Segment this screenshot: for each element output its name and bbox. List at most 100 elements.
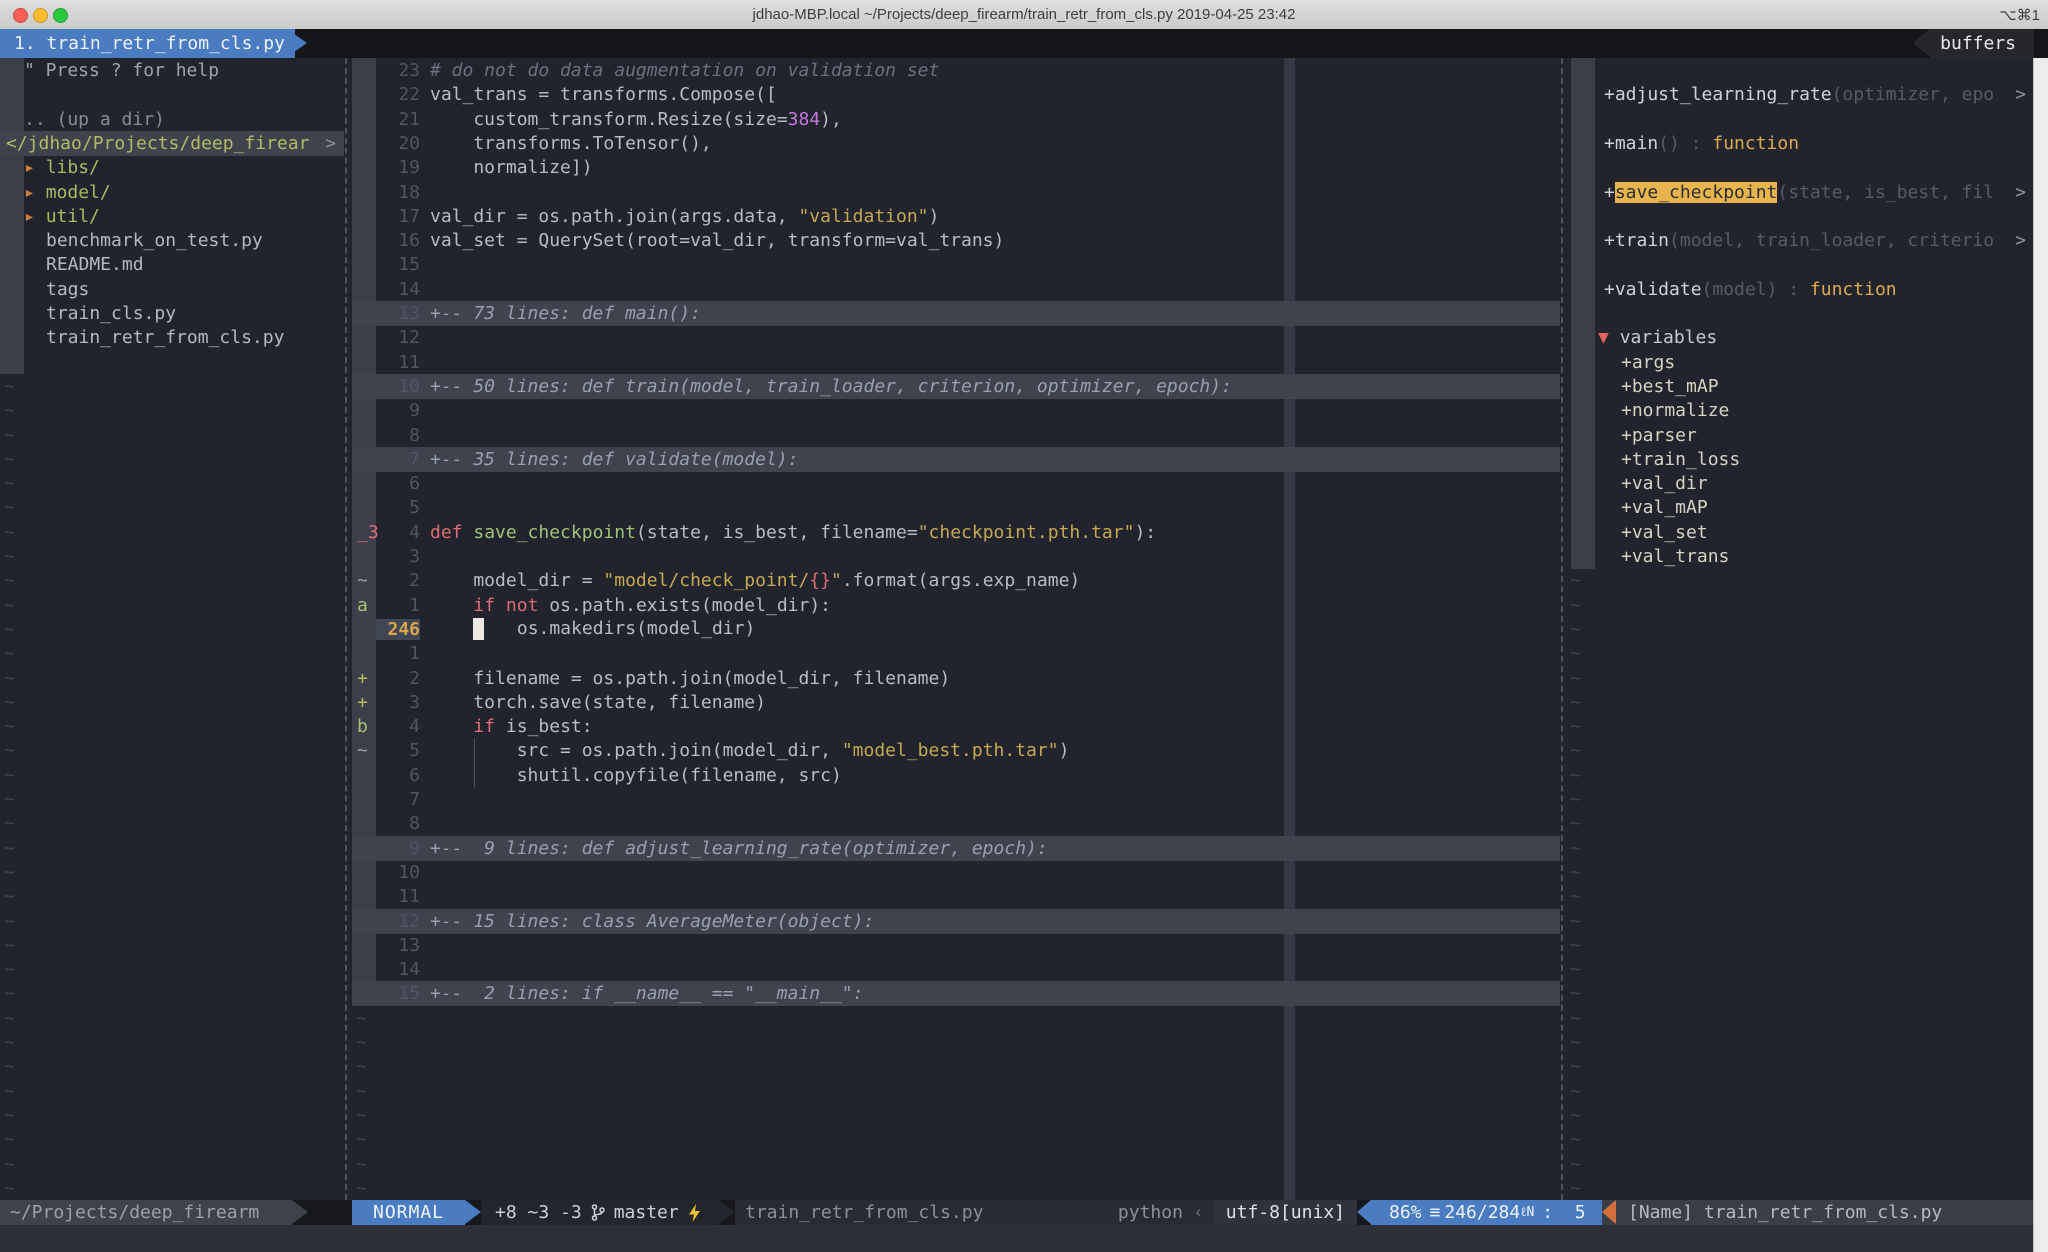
folded-code-line[interactable]: 13+-- 73 lines: def main(): bbox=[352, 301, 1560, 326]
empty-line-tilde: ~ bbox=[0, 813, 15, 834]
folded-code-line[interactable]: 15+-- 2 lines: if __name__ == "__main__"… bbox=[352, 981, 1560, 1006]
empty-line-tilde: ~ bbox=[0, 1154, 15, 1175]
tag-item[interactable]: +parser bbox=[1560, 423, 2034, 448]
code-line[interactable]: 7 bbox=[352, 787, 1560, 812]
gutter-sign: ~ bbox=[357, 740, 368, 761]
line-number: 18 bbox=[376, 182, 420, 203]
folded-code-line[interactable]: 9+-- 9 lines: def adjust_learning_rate(o… bbox=[352, 836, 1560, 861]
code-line[interactable]: 5 bbox=[352, 495, 1560, 520]
empty-line-tilde: ~ bbox=[0, 595, 15, 616]
code-line[interactable]: 16val_set = QuerySet(root=val_dir, trans… bbox=[352, 228, 1560, 253]
tree-item[interactable]: ▸ util/ bbox=[0, 204, 344, 229]
code-line[interactable]: a1 if not os.path.exists(model_dir): bbox=[352, 593, 1560, 618]
window-title: jdhao-MBP.local ~/Projects/deep_firearm/… bbox=[0, 6, 2048, 23]
line-number: 19 bbox=[376, 157, 420, 178]
empty-line-tilde: ~ bbox=[1560, 1129, 1581, 1150]
powerline-arrow-left-orange-icon bbox=[1602, 1200, 1616, 1224]
nerdtree-panel: " Press ? for help .. (up a dir)</jdhao/P… bbox=[0, 58, 344, 1200]
window-separator-right[interactable] bbox=[1561, 58, 1563, 1200]
empty-line-tilde: ~ bbox=[1560, 1081, 1581, 1102]
code-line[interactable]: 6 bbox=[352, 471, 1560, 496]
code-line[interactable]: 21 custom_transform.Resize(size=384), bbox=[352, 107, 1560, 132]
empty-line-tilde: ~ bbox=[352, 1056, 367, 1077]
empty-line-tilde: ~ bbox=[1560, 643, 1581, 664]
folded-code-line[interactable]: 7+-- 35 lines: def validate(model): bbox=[352, 447, 1560, 472]
tag-item[interactable]: ▼ variables bbox=[1560, 325, 2034, 350]
code-line[interactable]: b4 if is_best: bbox=[352, 714, 1560, 739]
empty-line-tilde: ~ bbox=[0, 668, 15, 689]
tag-item[interactable]: +args bbox=[1560, 350, 2034, 375]
code-line[interactable]: 8 bbox=[352, 423, 1560, 448]
code-line[interactable]: 18 bbox=[352, 180, 1560, 205]
tag-item[interactable]: +validate(model) : function bbox=[1560, 277, 2034, 302]
tree-item[interactable]: benchmark_on_test.py bbox=[0, 228, 344, 253]
code-line[interactable]: 3 bbox=[352, 544, 1560, 569]
tag-item[interactable]: +save_checkpoint(state, is_best, fil> bbox=[1560, 180, 2034, 205]
empty-line-tilde: ~ bbox=[1560, 935, 1581, 956]
code-line[interactable]: 14 bbox=[352, 957, 1560, 982]
code-line[interactable]: 9 bbox=[352, 398, 1560, 423]
empty-line-tilde: ~ bbox=[1560, 1105, 1581, 1126]
tree-item[interactable]: ▸ model/ bbox=[0, 180, 344, 205]
tree-item[interactable]: README.md bbox=[0, 252, 344, 277]
empty-line-tilde: ~ bbox=[0, 959, 15, 980]
empty-line-tilde: ~ bbox=[0, 862, 15, 883]
tag-item[interactable]: +val_trans bbox=[1560, 544, 2034, 569]
code-line[interactable]: 10 bbox=[352, 860, 1560, 885]
folded-code-line[interactable]: 10+-- 50 lines: def train(model, train_l… bbox=[352, 374, 1560, 399]
git-diff-counts: +8 ~3 -3 bbox=[495, 1200, 582, 1225]
tree-item[interactable]: tags bbox=[0, 277, 344, 302]
scrollbar[interactable] bbox=[2033, 58, 2048, 1252]
code-line[interactable]: 15 bbox=[352, 252, 1560, 277]
window-separator-left[interactable] bbox=[345, 58, 347, 1200]
tree-item[interactable]: train_cls.py bbox=[0, 301, 344, 326]
tag-item[interactable]: +train(model, train_loader, criterio> bbox=[1560, 228, 2034, 253]
tree-item[interactable]: ▸ libs/ bbox=[0, 155, 344, 180]
tree-item[interactable]: " Press ? for help bbox=[0, 58, 344, 83]
tag-item[interactable]: +normalize bbox=[1560, 398, 2034, 423]
tag-item[interactable]: +val_set bbox=[1560, 520, 2034, 545]
tree-item[interactable]: .. (up a dir) bbox=[0, 107, 344, 132]
code-line[interactable]: +3 torch.save(state, filename) bbox=[352, 690, 1560, 715]
code-line[interactable]: 22val_trans = transforms.Compose([ bbox=[352, 82, 1560, 107]
git-branch-icon bbox=[591, 1204, 605, 1221]
code-line[interactable]: _34def save_checkpoint(state, is_best, f… bbox=[352, 520, 1560, 545]
lines-icon: ≡ bbox=[1430, 1200, 1441, 1225]
code-line[interactable]: 20 transforms.ToTensor(), bbox=[352, 131, 1560, 156]
code-line[interactable]: 11 bbox=[352, 884, 1560, 909]
code-line[interactable]: 17val_dir = os.path.join(args.data, "val… bbox=[352, 204, 1560, 229]
line-number: 16 bbox=[376, 230, 420, 251]
tree-item[interactable]: train_retr_from_cls.py bbox=[0, 325, 344, 350]
code-line[interactable]: 1 bbox=[352, 641, 1560, 666]
folded-code-line[interactable]: 12+-- 15 lines: class AverageMeter(objec… bbox=[352, 909, 1560, 934]
code-line[interactable]: 6 shutil.copyfile(filename, src) bbox=[352, 763, 1560, 788]
tab-active[interactable]: 1. train_retr_from_cls.py bbox=[0, 29, 295, 58]
code-line[interactable]: 246 os.makedirs(model_dir) bbox=[352, 617, 1560, 642]
statusline-encoding: utf-8[unix] bbox=[1214, 1200, 1357, 1225]
tag-item[interactable]: +adjust_learning_rate(optimizer, epo> bbox=[1560, 82, 2034, 107]
code-line[interactable]: ~2 model_dir = "model/check_point/{}".fo… bbox=[352, 568, 1560, 593]
code-line[interactable]: +2 filename = os.path.join(model_dir, fi… bbox=[352, 666, 1560, 691]
tag-item[interactable]: +train_loss bbox=[1560, 447, 2034, 472]
code-line[interactable]: ~5 src = os.path.join(model_dir, "model_… bbox=[352, 738, 1560, 763]
code-line[interactable]: 14 bbox=[352, 277, 1560, 302]
code-line[interactable]: 23# do not do data augmentation on valid… bbox=[352, 58, 1560, 83]
command-line[interactable] bbox=[0, 1225, 2048, 1252]
empty-line-tilde: ~ bbox=[0, 522, 15, 543]
tag-item[interactable]: +val_dir bbox=[1560, 471, 2034, 496]
tree-item[interactable]: </jdhao/Projects/deep_firear> bbox=[0, 131, 344, 156]
code-line[interactable]: 12 bbox=[352, 325, 1560, 350]
line-number: 13 bbox=[376, 303, 420, 324]
empty-line-tilde: ~ bbox=[0, 1056, 15, 1077]
line-number: 13 bbox=[376, 935, 420, 956]
empty-line-tilde: ~ bbox=[0, 425, 15, 446]
empty-line-tilde: ~ bbox=[1560, 813, 1581, 834]
code-line[interactable]: 11 bbox=[352, 350, 1560, 375]
tag-item[interactable]: +val_mAP bbox=[1560, 495, 2034, 520]
code-line[interactable]: 13 bbox=[352, 933, 1560, 958]
code-line[interactable]: 8 bbox=[352, 811, 1560, 836]
tag-item[interactable]: +main() : function bbox=[1560, 131, 2034, 156]
window-shortcut: ⌥⌘1 bbox=[1999, 6, 2040, 24]
tag-item[interactable]: +best_mAP bbox=[1560, 374, 2034, 399]
code-line[interactable]: 19 normalize]) bbox=[352, 155, 1560, 180]
